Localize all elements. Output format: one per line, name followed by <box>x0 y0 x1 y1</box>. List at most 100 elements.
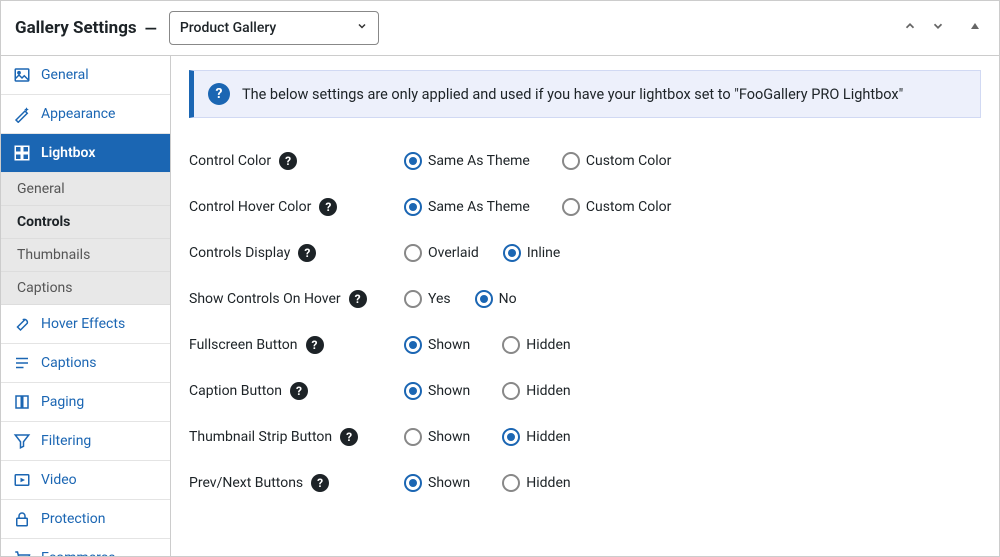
radio-option[interactable]: Shown <box>404 382 470 400</box>
collapse-indicator[interactable]: — <box>145 19 157 38</box>
sidebar-item-general[interactable]: General <box>1 56 170 95</box>
sidebar-item-label: Captions <box>41 355 97 371</box>
radio-button[interactable] <box>562 152 580 170</box>
radio-button[interactable] <box>475 290 493 308</box>
radio-button[interactable] <box>562 198 580 216</box>
radio-button[interactable] <box>404 474 422 492</box>
radio-button[interactable] <box>502 382 520 400</box>
help-icon[interactable]: ? <box>349 290 367 308</box>
lines-icon <box>13 354 31 372</box>
field-options: Same As Theme Custom Color <box>404 198 671 216</box>
header-actions <box>899 17 985 39</box>
radio-label: Same As Theme <box>428 199 530 215</box>
radio-option[interactable]: Shown <box>404 474 470 492</box>
sidebar-item-label: General <box>41 67 89 83</box>
radio-label: Shown <box>428 383 470 399</box>
radio-option[interactable]: Hidden <box>502 382 570 400</box>
field-label: Control Hover Color? <box>189 198 404 216</box>
help-icon[interactable]: ? <box>311 474 329 492</box>
radio-option[interactable]: Yes <box>404 290 451 308</box>
radio-button[interactable] <box>404 290 422 308</box>
sidebar-item-hover-effects[interactable]: Hover Effects <box>1 305 170 344</box>
radio-option[interactable]: No <box>475 290 517 308</box>
sidebar-item-label: Lightbox <box>41 145 95 161</box>
panel-body: General Appearance Lightbox General Cont… <box>1 56 999 556</box>
settings-content: ? The below settings are only applied an… <box>171 56 999 556</box>
field-row: Control Hover Color? Same As Theme Custom … <box>189 184 981 230</box>
radio-option[interactable]: Inline <box>503 244 561 262</box>
move-down-icon[interactable] <box>927 17 949 39</box>
move-up-icon[interactable] <box>899 17 921 39</box>
field-row: Controls Display?Overlaid Inline <box>189 230 981 276</box>
radio-label: Shown <box>428 337 470 353</box>
image-icon <box>13 66 31 84</box>
radio-label: Hidden <box>526 337 570 353</box>
settings-sidebar: General Appearance Lightbox General Cont… <box>1 56 171 556</box>
sidebar-item-appearance[interactable]: Appearance <box>1 95 170 134</box>
cart-icon <box>13 549 31 556</box>
radio-option[interactable]: Same As Theme <box>404 152 530 170</box>
field-label: Control Color? <box>189 152 404 170</box>
book-icon <box>13 393 31 411</box>
radio-button[interactable] <box>404 336 422 354</box>
radio-label: Hidden <box>526 475 570 491</box>
sidebar-item-protection[interactable]: Protection <box>1 500 170 539</box>
filter-icon <box>13 432 31 450</box>
field-row: Caption Button?ShownHidden <box>189 368 981 414</box>
chevron-down-icon <box>356 20 368 36</box>
radio-option[interactable]: Overlaid <box>404 244 479 262</box>
help-icon[interactable]: ? <box>306 336 324 354</box>
sub-item-controls[interactable]: Controls <box>1 206 170 239</box>
radio-option[interactable]: Custom Color <box>562 198 671 216</box>
radio-button[interactable] <box>503 244 521 262</box>
grid-icon <box>13 144 31 162</box>
settings-panel: Gallery Settings — Product Gallery Gener… <box>0 0 1000 557</box>
radio-option[interactable]: Hidden <box>502 474 570 492</box>
help-icon[interactable]: ? <box>290 382 308 400</box>
sidebar-item-filtering[interactable]: Filtering <box>1 422 170 461</box>
gallery-template-dropdown[interactable]: Product Gallery <box>169 11 379 45</box>
sub-item-captions[interactable]: Captions <box>1 272 170 305</box>
sidebar-item-captions[interactable]: Captions <box>1 344 170 383</box>
sidebar-item-video[interactable]: Video <box>1 461 170 500</box>
sidebar-item-lightbox[interactable]: Lightbox <box>1 134 170 173</box>
radio-label: No <box>499 291 517 307</box>
radio-button[interactable] <box>502 336 520 354</box>
field-options: Shown Hidden <box>404 336 571 354</box>
field-options: Shown Hidden <box>404 428 571 446</box>
radio-label: Shown <box>428 429 470 445</box>
radio-option[interactable]: Same As Theme <box>404 198 530 216</box>
field-options: Shown Hidden <box>404 382 571 400</box>
radio-option[interactable]: Hidden <box>502 428 570 446</box>
radio-label: Inline <box>527 245 561 261</box>
sidebar-item-ecommerce[interactable]: Ecommerce <box>1 539 170 556</box>
radio-option[interactable]: Shown <box>404 428 470 446</box>
sidebar-item-paging[interactable]: Paging <box>1 383 170 422</box>
field-label: Thumbnail Strip Button? <box>189 428 404 446</box>
radio-label: Shown <box>428 475 470 491</box>
sub-item-general[interactable]: General <box>1 173 170 206</box>
radio-option[interactable]: Hidden <box>502 336 570 354</box>
field-options: Shown Hidden <box>404 474 571 492</box>
help-icon[interactable]: ? <box>319 198 337 216</box>
help-icon[interactable]: ? <box>298 244 316 262</box>
field-options: Same As Theme Custom Color <box>404 152 671 170</box>
field-label: Controls Display? <box>189 244 404 262</box>
sidebar-item-label: Filtering <box>41 433 91 449</box>
radio-option[interactable]: Shown <box>404 336 470 354</box>
help-icon[interactable]: ? <box>279 152 297 170</box>
sub-item-thumbnails[interactable]: Thumbnails <box>1 239 170 272</box>
radio-button[interactable] <box>502 428 520 446</box>
toggle-panel-icon[interactable] <box>965 18 985 38</box>
radio-button[interactable] <box>404 198 422 216</box>
radio-button[interactable] <box>404 382 422 400</box>
radio-label: Same As Theme <box>428 153 530 169</box>
radio-option[interactable]: Custom Color <box>562 152 671 170</box>
help-icon[interactable]: ? <box>340 428 358 446</box>
sidebar-item-label: Video <box>41 472 77 488</box>
radio-button[interactable] <box>502 474 520 492</box>
field-label: Fullscreen Button? <box>189 336 404 354</box>
radio-button[interactable] <box>404 244 422 262</box>
radio-button[interactable] <box>404 428 422 446</box>
radio-button[interactable] <box>404 152 422 170</box>
